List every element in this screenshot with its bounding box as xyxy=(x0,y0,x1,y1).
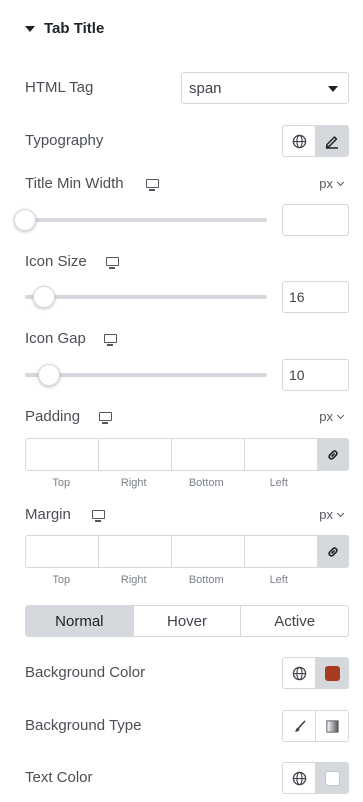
background-color-swatch xyxy=(324,665,340,681)
title-min-width-label: Title Min Width xyxy=(25,175,124,192)
text-color-controls xyxy=(282,762,349,794)
brush-icon xyxy=(294,720,305,732)
padding-left-input[interactable] xyxy=(244,438,317,471)
icon-size-slider-handle[interactable] xyxy=(33,286,56,308)
tab-active[interactable]: Active xyxy=(240,606,348,636)
side-label-bottom: Bottom xyxy=(188,477,224,489)
margin-right-input[interactable] xyxy=(98,535,171,568)
tab-hover[interactable]: Hover xyxy=(132,606,241,636)
side-label-bottom: Bottom xyxy=(188,574,224,586)
margin-side-labels: Top Right Bottom Left xyxy=(25,574,315,586)
html-tag-label: HTML Tag xyxy=(25,79,94,96)
section-header-tab-title[interactable]: Tab Title xyxy=(25,20,104,37)
text-color-global-button[interactable] xyxy=(283,763,315,793)
padding-top-input[interactable] xyxy=(25,438,98,471)
padding-bottom-input[interactable] xyxy=(171,438,244,471)
text-color-picker[interactable] xyxy=(315,763,348,793)
section-title: Tab Title xyxy=(44,20,105,37)
margin-bottom-input[interactable] xyxy=(171,535,244,568)
desktop-icon[interactable] xyxy=(106,257,119,269)
icon-gap-slider-track[interactable] xyxy=(25,373,267,377)
pencil-icon xyxy=(325,136,338,149)
desktop-icon[interactable] xyxy=(92,510,105,522)
icon-gap-input[interactable] xyxy=(282,359,349,391)
tab-normal[interactable]: Normal xyxy=(26,606,133,636)
title-min-width-slider-track[interactable] xyxy=(25,218,267,222)
chevron-down-icon xyxy=(336,411,345,419)
background-type-label: Background Type xyxy=(25,717,142,734)
margin-link-button[interactable] xyxy=(317,535,349,568)
unit-label: px xyxy=(319,176,333,191)
title-min-width-unit-select[interactable]: px xyxy=(319,176,345,191)
margin-fields xyxy=(25,535,349,568)
icon-size-label: Icon Size xyxy=(25,253,87,270)
chevron-down-icon xyxy=(336,509,345,517)
background-color-global-button[interactable] xyxy=(283,658,315,688)
globe-icon xyxy=(292,666,306,680)
unit-label: px xyxy=(319,409,333,424)
chevron-down-icon xyxy=(328,86,338,92)
padding-unit-select[interactable]: px xyxy=(319,409,345,424)
state-tabs: Normal Hover Active xyxy=(25,605,349,637)
background-color-picker[interactable] xyxy=(315,658,348,688)
margin-left-input[interactable] xyxy=(244,535,317,568)
margin-label: Margin xyxy=(25,506,71,523)
side-label-right: Right xyxy=(120,477,147,489)
caret-down-icon xyxy=(25,25,35,32)
padding-label: Padding xyxy=(25,408,81,425)
margin-unit-select[interactable]: px xyxy=(319,507,345,522)
html-tag-select[interactable]: span xyxy=(181,72,349,104)
globe-icon xyxy=(292,134,306,148)
link-icon xyxy=(328,546,338,557)
icon-gap-label: Icon Gap xyxy=(25,330,86,347)
text-color-label: Text Color xyxy=(25,769,93,786)
padding-fields xyxy=(25,438,349,471)
unit-label: px xyxy=(319,507,333,522)
gradient-icon xyxy=(325,719,339,733)
padding-link-button[interactable] xyxy=(317,438,349,471)
background-type-controls xyxy=(282,710,349,742)
background-color-label: Background Color xyxy=(25,664,146,681)
icon-size-slider-track[interactable] xyxy=(25,295,267,299)
html-tag-value: span xyxy=(189,79,222,97)
link-icon xyxy=(328,449,338,460)
title-min-width-slider-handle[interactable] xyxy=(14,209,36,231)
typography-label: Typography xyxy=(25,132,104,149)
desktop-icon[interactable] xyxy=(146,179,159,191)
chevron-down-icon xyxy=(336,178,345,186)
padding-side-labels: Top Right Bottom Left xyxy=(25,477,315,489)
side-label-right: Right xyxy=(120,574,147,586)
desktop-icon[interactable] xyxy=(104,334,117,346)
typography-controls xyxy=(282,125,349,157)
padding-right-input[interactable] xyxy=(98,438,171,471)
globe-icon xyxy=(292,771,306,785)
background-type-gradient-button[interactable] xyxy=(315,711,348,741)
desktop-icon[interactable] xyxy=(99,412,112,424)
side-label-left: Left xyxy=(269,574,288,586)
typography-edit-button[interactable] xyxy=(315,126,348,156)
icon-gap-slider-handle[interactable] xyxy=(38,364,61,386)
side-label-left: Left xyxy=(269,477,288,489)
side-label-top: Top xyxy=(52,574,71,586)
text-color-swatch xyxy=(324,770,340,786)
background-type-classic-button[interactable] xyxy=(283,711,315,741)
background-color-controls xyxy=(282,657,349,689)
typography-global-button[interactable] xyxy=(283,126,315,156)
icon-size-input[interactable] xyxy=(282,281,349,313)
margin-top-input[interactable] xyxy=(25,535,98,568)
title-min-width-input[interactable] xyxy=(282,204,349,236)
side-label-top: Top xyxy=(52,477,71,489)
